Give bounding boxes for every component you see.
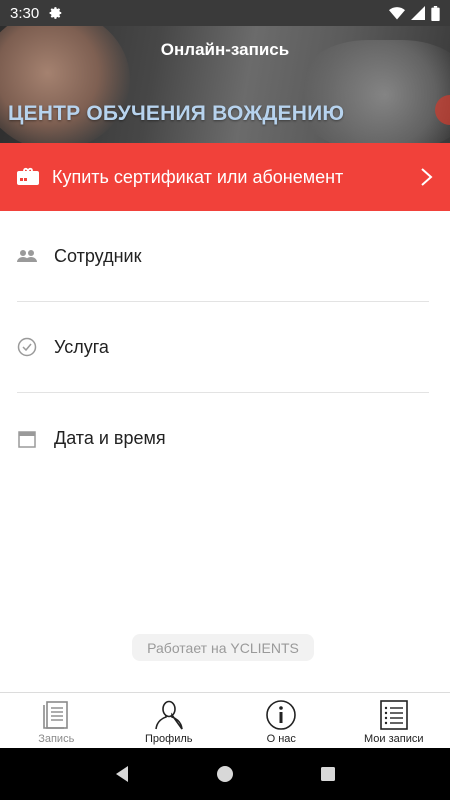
status-bar: 3:30: [0, 0, 450, 26]
page-title: Онлайн-запись: [160, 40, 290, 59]
powered-by-badge[interactable]: Работает на YCLIENTS: [132, 634, 314, 661]
info-icon: [266, 700, 297, 730]
battery-icon: [431, 5, 440, 21]
status-time: 3:30: [10, 4, 40, 22]
tab-about-label: О нас: [266, 733, 296, 745]
chevron-right-icon: [421, 168, 433, 186]
row-service[interactable]: Услуга: [17, 302, 429, 393]
tab-profile[interactable]: Профиль: [113, 693, 226, 749]
signal-icon: [411, 6, 425, 20]
home-icon[interactable]: [216, 765, 234, 783]
system-nav-bar: [0, 748, 450, 800]
row-datetime-label: Дата и время: [54, 428, 166, 448]
row-service-label: Услуга: [54, 336, 109, 357]
buy-certificate-button[interactable]: Купить сертификат или абонемент: [0, 143, 450, 211]
recents-icon[interactable]: [319, 765, 337, 783]
tab-my-records[interactable]: Мои записи: [338, 693, 450, 749]
row-employee-label: Сотрудник: [54, 245, 142, 266]
tab-profile-label: Профиль: [145, 733, 193, 745]
tab-booking[interactable]: Запись: [0, 693, 113, 749]
wifi-icon: [389, 6, 405, 19]
people-icon: [17, 246, 37, 266]
row-datetime[interactable]: Дата и время: [17, 393, 429, 484]
ticket-icon: [17, 167, 39, 185]
document-icon: [43, 701, 69, 729]
check-circle-icon: [17, 337, 37, 357]
tab-booking-label: Запись: [38, 733, 75, 745]
row-employee[interactable]: Сотрудник: [17, 211, 429, 302]
settings-icon: [49, 7, 62, 19]
bottom-tab-bar: Запись Профиль О нас Мои записи: [0, 692, 450, 748]
person-icon: [154, 700, 183, 730]
calendar-icon: [17, 429, 37, 449]
list-icon: [379, 700, 408, 730]
back-icon[interactable]: [113, 765, 131, 783]
company-name: ЦЕНТР ОБУЧЕНИЯ ВОЖДЕНИЮ: [8, 102, 345, 125]
tab-my-records-label: Мои записи: [363, 733, 424, 745]
tab-about[interactable]: О нас: [225, 693, 338, 749]
buy-certificate-label: Купить сертификат или абонемент: [52, 166, 344, 187]
